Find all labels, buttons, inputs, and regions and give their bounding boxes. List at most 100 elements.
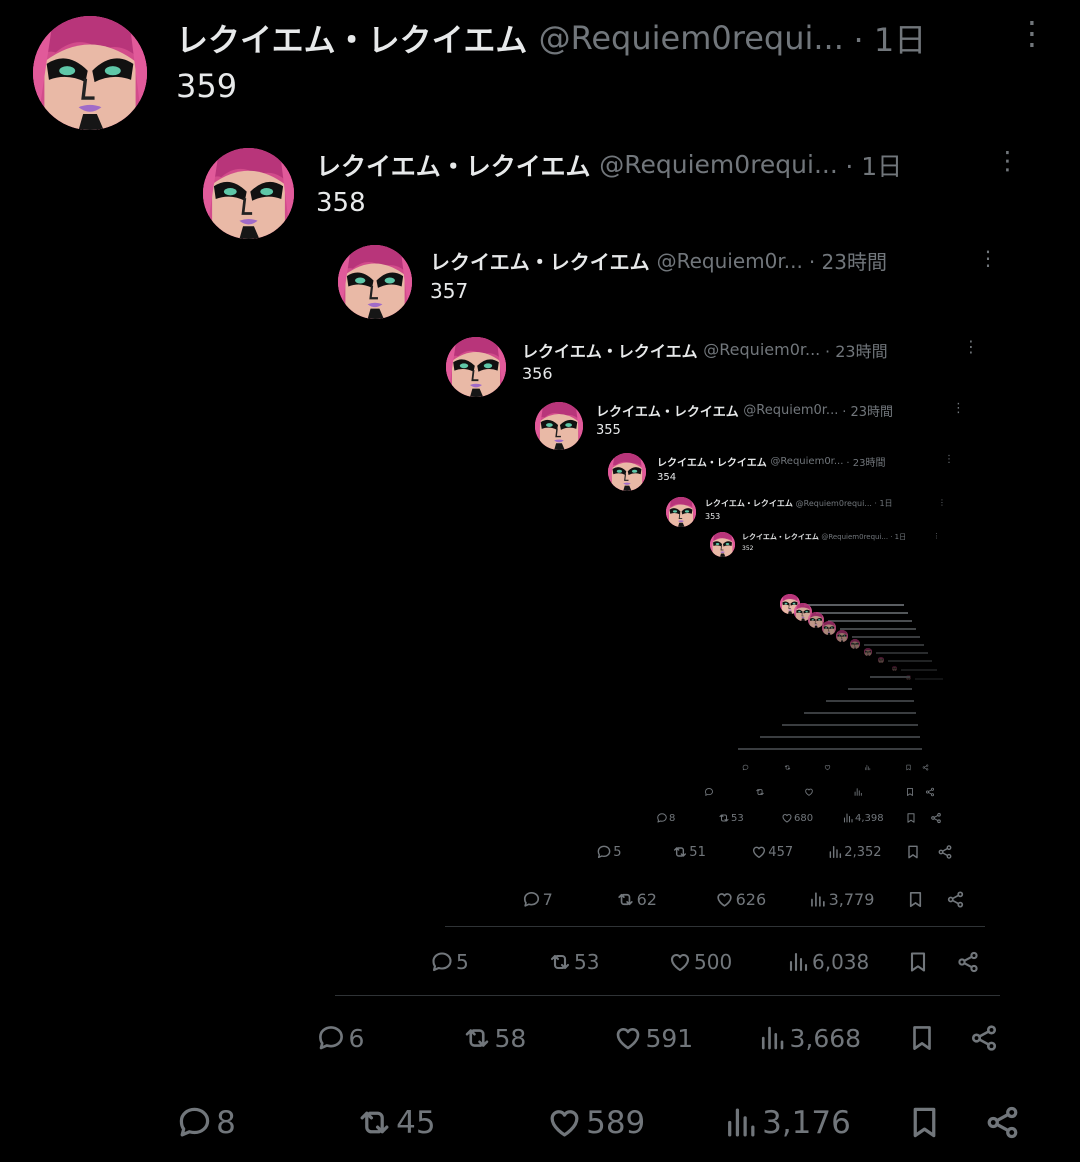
post-time[interactable]: · 1日 bbox=[874, 498, 892, 509]
reply-icon bbox=[523, 892, 540, 908]
display-name[interactable]: レクイエム・レクイエム bbox=[316, 147, 591, 183]
user-handle[interactable]: @Requiem0r... bbox=[743, 403, 838, 418]
display-name[interactable]: レクイエム・レクイエム bbox=[522, 338, 698, 362]
bookmark-button[interactable] bbox=[905, 764, 912, 771]
bookmark-button[interactable] bbox=[906, 890, 925, 909]
views-button[interactable]: 3,668 bbox=[757, 1023, 861, 1053]
reply-button[interactable]: 5 bbox=[430, 950, 469, 974]
share-button[interactable] bbox=[922, 764, 929, 771]
avatar[interactable] bbox=[203, 148, 294, 239]
post-time[interactable]: · 1日 bbox=[845, 147, 902, 183]
more-vertical-icon[interactable]: ⋮ bbox=[1016, 14, 1048, 52]
like-button[interactable]: 591 bbox=[613, 1023, 693, 1053]
post-text-line bbox=[888, 660, 932, 662]
bookmark-button[interactable] bbox=[905, 844, 921, 860]
share-button[interactable] bbox=[925, 787, 935, 797]
bookmark-button[interactable] bbox=[906, 1104, 943, 1141]
share-button[interactable] bbox=[956, 950, 980, 974]
post-text-line bbox=[852, 636, 920, 638]
views-button[interactable] bbox=[853, 787, 864, 797]
more-vertical-icon[interactable]: ⋮ bbox=[963, 337, 979, 356]
bookmark-button[interactable] bbox=[907, 1023, 937, 1053]
user-handle[interactable]: @Requiem0requi... bbox=[539, 19, 844, 57]
display-name[interactable]: レクイエム・レクイエム bbox=[705, 498, 793, 509]
post-text: 356 bbox=[522, 364, 553, 384]
repost-button[interactable]: 53 bbox=[548, 950, 599, 974]
display-name[interactable]: レクイエム・レクイエム bbox=[430, 246, 650, 275]
views-button[interactable]: 6,038 bbox=[786, 950, 869, 974]
share-icon bbox=[947, 891, 964, 908]
repost-button[interactable]: 51 bbox=[672, 844, 706, 860]
views-button[interactable]: 3,176 bbox=[722, 1104, 851, 1141]
post-time[interactable]: · 1日 bbox=[853, 15, 926, 61]
avatar[interactable] bbox=[666, 497, 696, 527]
reply-button[interactable]: 6 bbox=[316, 1023, 364, 1053]
display-name[interactable]: レクイエム・レクイエム bbox=[596, 401, 739, 420]
views-count: 4,398 bbox=[855, 812, 884, 824]
like-button[interactable]: 680 bbox=[781, 812, 813, 824]
bookmark-button[interactable] bbox=[905, 812, 917, 824]
more-vertical-icon[interactable]: ⋮ bbox=[978, 246, 998, 270]
post-header: レクイエム・レクイエム @Requiem0requi... · 1日 bbox=[176, 15, 926, 61]
like-button[interactable]: 626 bbox=[715, 890, 766, 909]
reply-button[interactable]: 8 bbox=[656, 812, 675, 824]
like-button[interactable]: 500 bbox=[668, 950, 732, 974]
more-vertical-icon[interactable]: ⋮ bbox=[933, 532, 940, 540]
share-button[interactable] bbox=[969, 1023, 999, 1053]
post-time[interactable]: · 23時間 bbox=[825, 338, 888, 362]
user-handle[interactable]: @Requiem0requi... bbox=[796, 499, 872, 508]
views-button[interactable]: 4,398 bbox=[842, 812, 884, 824]
post-text-line bbox=[816, 612, 908, 614]
post-time[interactable]: · 23時間 bbox=[809, 246, 887, 275]
avatar[interactable] bbox=[535, 402, 583, 450]
like-button[interactable] bbox=[804, 787, 815, 797]
display-name[interactable]: レクイエム・レクイエム bbox=[176, 15, 527, 61]
post-time[interactable]: · 23時間 bbox=[842, 401, 893, 420]
repost-button[interactable]: 53 bbox=[718, 812, 744, 824]
more-vertical-icon[interactable]: ⋮ bbox=[938, 498, 946, 507]
repost-button[interactable]: 62 bbox=[616, 890, 657, 909]
more-vertical-icon[interactable]: ⋮ bbox=[952, 401, 965, 416]
reply-button[interactable] bbox=[742, 764, 750, 771]
reply-button[interactable]: 8 bbox=[176, 1104, 236, 1141]
like-button[interactable] bbox=[824, 764, 832, 771]
avatar[interactable] bbox=[33, 16, 147, 130]
more-vertical-icon[interactable]: ⋮ bbox=[995, 146, 1020, 175]
reply-button[interactable] bbox=[704, 787, 715, 797]
like-button[interactable]: 457 bbox=[751, 844, 793, 860]
views-button[interactable]: 2,352 bbox=[827, 844, 882, 860]
user-handle[interactable]: @Requiem0requi... bbox=[821, 533, 888, 541]
user-handle[interactable]: @Requiem0r... bbox=[770, 456, 843, 467]
reply-button[interactable]: 5 bbox=[596, 844, 622, 860]
repost-button[interactable] bbox=[755, 787, 766, 797]
share-button[interactable] bbox=[930, 812, 942, 824]
bookmark-button[interactable] bbox=[906, 950, 930, 974]
repost-button[interactable]: 58 bbox=[462, 1023, 526, 1053]
user-handle[interactable]: @Requiem0requi... bbox=[599, 150, 838, 179]
bookmark-button[interactable] bbox=[905, 787, 915, 797]
post-time[interactable]: · 23時間 bbox=[846, 454, 885, 469]
post-header: レクイエム・レクイエム @Requiem0r... · 23時間 bbox=[596, 401, 893, 420]
avatar[interactable] bbox=[608, 453, 646, 491]
share-button[interactable] bbox=[937, 844, 953, 860]
repost-button[interactable]: 45 bbox=[356, 1104, 436, 1141]
share-button[interactable] bbox=[946, 890, 965, 909]
bookmark-icon bbox=[907, 813, 915, 823]
share-button[interactable] bbox=[984, 1104, 1021, 1141]
user-handle[interactable]: @Requiem0r... bbox=[703, 340, 820, 359]
reply-button[interactable]: 7 bbox=[522, 890, 553, 909]
more-vertical-icon[interactable]: ⋮ bbox=[944, 454, 954, 465]
display-name[interactable]: レクイエム・レクイエム bbox=[742, 532, 819, 542]
post-time[interactable]: · 1日 bbox=[890, 532, 906, 542]
bookmark-icon bbox=[913, 1026, 931, 1050]
user-handle[interactable]: @Requiem0r... bbox=[657, 249, 803, 273]
post-text-line bbox=[840, 628, 916, 630]
repost-button[interactable] bbox=[784, 764, 792, 771]
views-button[interactable]: 3,779 bbox=[808, 890, 874, 909]
avatar[interactable] bbox=[338, 245, 412, 319]
avatar[interactable] bbox=[710, 532, 735, 557]
views-button[interactable] bbox=[864, 764, 872, 771]
like-button[interactable]: 589 bbox=[546, 1104, 645, 1141]
display-name[interactable]: レクイエム・レクイエム bbox=[657, 454, 767, 469]
avatar[interactable] bbox=[446, 337, 506, 397]
